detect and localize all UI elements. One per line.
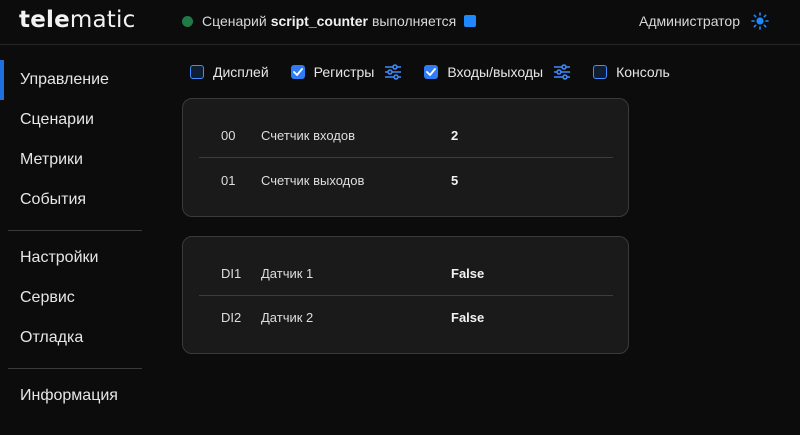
script-status: Сценарий script_counter выполняется <box>182 13 477 29</box>
registers-checkbox[interactable]: Регистры <box>290 64 403 80</box>
stop-script-button[interactable] <box>464 15 477 27</box>
checkbox-checked[interactable] <box>290 65 305 79</box>
registers-settings-icon[interactable] <box>384 64 402 80</box>
status-indicator-dot <box>182 15 193 27</box>
register-label: Счетчик выходов <box>261 172 365 188</box>
register-value: 5 <box>451 172 459 188</box>
sidebar-divider <box>8 230 142 231</box>
sidebar: Управление Сценарии Метрики События Наст… <box>0 45 160 435</box>
console-checkbox[interactable]: Консоль <box>593 64 670 80</box>
register-id: 00 <box>221 127 236 143</box>
display-checkbox[interactable]: Дисплей <box>190 64 269 80</box>
registers-checkbox-label: Регистры <box>313 64 375 80</box>
theme-toggle-icon[interactable] <box>751 12 769 30</box>
io-checkbox-label: Входы/выходы <box>447 64 544 80</box>
input-label: Датчик 2 <box>261 309 314 325</box>
console-checkbox-label: Консоль <box>616 64 670 80</box>
register-label: Счетчик входов <box>261 127 356 143</box>
inputs-panel: DI1 Датчик 1 False DI2 Датчик 2 False <box>182 236 629 354</box>
check-icon <box>292 68 303 76</box>
register-value: 2 <box>451 127 459 143</box>
input-label: Датчик 1 <box>261 265 314 281</box>
io-checkbox[interactable]: Входы/выходы <box>424 64 571 80</box>
sidebar-item-metrics[interactable]: Метрики <box>0 140 160 180</box>
header: telematic Сценарий script_counter выполн… <box>0 0 800 44</box>
input-id: DI1 <box>221 265 242 281</box>
sidebar-item-scenarios[interactable]: Сценарии <box>0 100 160 140</box>
table-row: 00 Счетчик входов 2 <box>199 113 613 157</box>
script-name: script_counter <box>270 13 368 29</box>
input-value: False <box>451 265 485 281</box>
registers-panel: 00 Счетчик входов 2 01 Счетчик выходов 5 <box>182 98 629 217</box>
sidebar-divider <box>8 368 142 369</box>
table-row: DI1 Датчик 1 False <box>199 251 613 295</box>
table-row: 01 Счетчик выходов 5 <box>199 158 613 202</box>
sidebar-item-info[interactable]: Информация <box>0 376 160 416</box>
table-row: DI2 Датчик 2 False <box>199 295 613 339</box>
sidebar-item-service[interactable]: Сервис <box>0 278 160 318</box>
sidebar-item-debug[interactable]: Отладка <box>0 318 160 358</box>
sidebar-item-events[interactable]: События <box>0 180 160 220</box>
status-prefix: Сценарий <box>202 13 267 29</box>
sidebar-item-control[interactable]: Управление <box>0 60 160 100</box>
io-settings-icon[interactable] <box>553 64 571 80</box>
sidebar-item-settings[interactable]: Настройки <box>0 238 160 278</box>
display-checkbox-label: Дисплей <box>213 64 269 80</box>
register-id: 01 <box>221 172 236 188</box>
input-value: False <box>451 309 485 325</box>
input-id: DI2 <box>221 309 242 325</box>
status-suffix: выполняется <box>371 13 457 29</box>
user-menu[interactable]: Администратор <box>639 13 740 29</box>
view-toolbar: Дисплей Регистры Входы/выходы Консоль <box>190 61 692 83</box>
checkbox-checked[interactable] <box>424 65 439 79</box>
checkbox-unchecked[interactable] <box>593 65 608 79</box>
check-icon <box>426 68 437 76</box>
logo[interactable]: telematic <box>19 7 135 33</box>
checkbox-unchecked[interactable] <box>190 65 204 79</box>
